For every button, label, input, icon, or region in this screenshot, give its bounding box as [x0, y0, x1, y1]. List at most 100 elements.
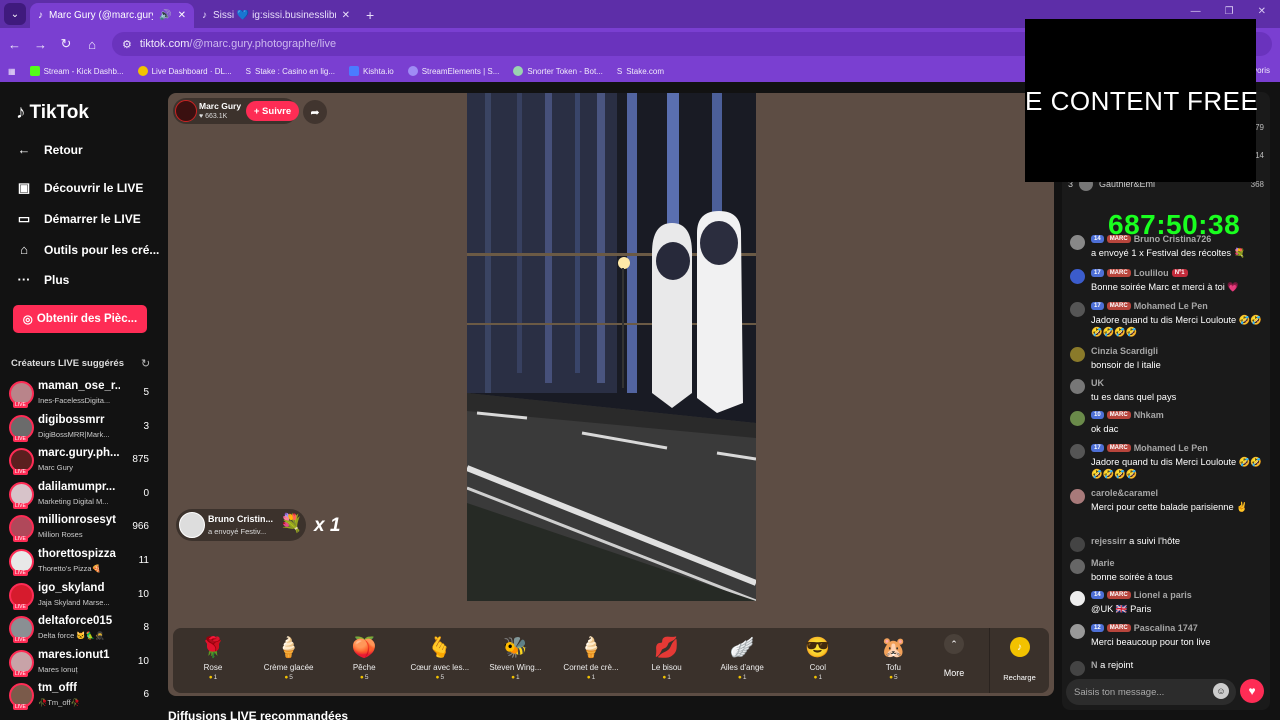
avatar[interactable]: [1070, 537, 1085, 552]
minimize-icon[interactable]: —: [1191, 6, 1201, 17]
creator-name[interactable]: marc.gury.ph...: [38, 447, 120, 459]
live-video[interactable]: [467, 93, 756, 601]
author-name[interactable]: Mohamed Le Pen: [1134, 443, 1208, 453]
avatar[interactable]: [1070, 269, 1085, 284]
author-name[interactable]: UK: [1091, 378, 1104, 388]
suggested-creator[interactable]: LIVE deltaforce015 Delta force 🐱🦜🥷 8: [9, 613, 155, 645]
forward-arrow-icon[interactable]: →: [34, 37, 47, 52]
creator-name[interactable]: digibossmrr: [38, 414, 120, 426]
bookmark-item[interactable]: StreamElements | S...: [407, 66, 499, 76]
gift-item[interactable]: 🫰 Cœur avec les... 5: [404, 628, 476, 688]
author-name[interactable]: Cinzia Scardigli: [1091, 346, 1158, 356]
back-link[interactable]: ← Retour: [16, 142, 83, 157]
refresh-icon[interactable]: ↻: [141, 357, 150, 370]
back-arrow-icon[interactable]: ←: [8, 37, 21, 52]
apps-grid-icon[interactable]: ▦: [8, 67, 16, 76]
avatar[interactable]: [1070, 235, 1085, 250]
author-name[interactable]: Loulilou: [1134, 268, 1169, 278]
avatar[interactable]: [1070, 411, 1085, 426]
nav-more[interactable]: ··· Plus: [16, 272, 70, 287]
more-gifts-button[interactable]: ⌃ More: [939, 634, 969, 678]
avatar[interactable]: [1070, 559, 1085, 574]
maximize-icon[interactable]: ❐: [1225, 6, 1234, 17]
audio-icon[interactable]: 🔊: [159, 10, 171, 21]
heart-icon[interactable]: ♥: [1240, 679, 1264, 703]
creator-name[interactable]: thorettospizza: [38, 548, 120, 560]
suggested-creator[interactable]: LIVE thorettospizza Thoretto's Pizza🍕 11: [9, 546, 155, 578]
close-tab-icon[interactable]: ✕: [178, 10, 186, 21]
suggested-creator[interactable]: LIVE digibossmrr DigiBossMRR|Mark... 3: [9, 412, 155, 444]
author-name[interactable]: Mohamed Le Pen: [1134, 301, 1208, 311]
new-tab-icon[interactable]: +: [366, 7, 374, 23]
bookmark-item[interactable]: Snorter Token - Bot...: [513, 66, 603, 76]
gift-item[interactable]: 🐹 Tofu 5: [857, 628, 929, 688]
gift-item[interactable]: 😎 Cool 1: [782, 628, 854, 688]
suggested-creator[interactable]: LIVE maman_ose_r... Ines-FacelessDigita...…: [9, 378, 155, 410]
bookmark-item[interactable]: Kishta.io: [349, 66, 394, 76]
close-window-icon[interactable]: ✕: [1258, 6, 1266, 17]
avatar[interactable]: [1070, 661, 1085, 676]
avatar[interactable]: [1070, 444, 1085, 459]
gift-item[interactable]: 🌹 Rose 1: [177, 628, 249, 688]
avatar[interactable]: [1070, 591, 1085, 606]
tab-search-button[interactable]: ⌄: [4, 3, 26, 25]
gift-name: Le bisou: [651, 663, 682, 672]
browser-tab-marc-gury[interactable]: ♪ Marc Gury (@marc.gury.ph 🔊 ✕: [30, 3, 194, 28]
gift-item[interactable]: 🍦 Crème glacée 5: [253, 628, 325, 688]
author-name[interactable]: Marie: [1091, 558, 1115, 568]
host-name[interactable]: Marc Gury: [199, 101, 241, 111]
creator-name[interactable]: dalilamumpr...: [38, 481, 120, 493]
avatar[interactable]: [1070, 489, 1085, 504]
suggested-creator[interactable]: LIVE igo_skyland Jaja Skyland Marse... 10: [9, 580, 155, 612]
gift-item[interactable]: 🐝 Steven Wing... 1: [479, 628, 551, 688]
suggested-creator[interactable]: LIVE millionrosesyt Million Roses 966: [9, 512, 155, 544]
bookmark-item[interactable]: Live Dashboard · DL...: [137, 66, 232, 76]
avatar[interactable]: [1070, 302, 1085, 317]
creator-name[interactable]: igo_skyland: [38, 582, 120, 594]
gift-item[interactable]: 🍑 Pêche 5: [328, 628, 400, 688]
live-player[interactable]: Marc Gury ♥ 663.1K + Suivre ➦ Bruno Cris…: [168, 93, 1054, 696]
author-name[interactable]: carole&caramel: [1091, 488, 1158, 498]
kishta-icon: [349, 66, 360, 76]
gift-item[interactable]: 🪽 Ailes d'ange 1: [706, 628, 778, 688]
follow-button[interactable]: + Suivre: [246, 101, 299, 121]
host-avatar[interactable]: [175, 100, 197, 122]
gift-item[interactable]: 🍦 Cornet de crè... 1: [555, 628, 627, 688]
avatar[interactable]: [1070, 379, 1085, 394]
author-name[interactable]: Lionel a paris: [1134, 590, 1192, 600]
suggested-creator[interactable]: LIVE marc.gury.ph... Marc Gury 875: [9, 445, 155, 477]
suggested-creator[interactable]: LIVE dalilamumpr... Marketing Digital M...…: [9, 479, 155, 511]
get-coins-button[interactable]: ◎ Obtenir des Pièc...: [13, 305, 147, 333]
recharge-button[interactable]: ♪ Recharge: [989, 628, 1049, 693]
close-tab-icon[interactable]: ✕: [342, 10, 350, 21]
author-name[interactable]: rejessirr: [1091, 536, 1127, 546]
bookmark-item[interactable]: S Stake : Casino en lig...: [246, 67, 335, 76]
creator-name[interactable]: maman_ose_r...: [38, 380, 120, 392]
nav-creator-tools[interactable]: ⌂ Outils pour les cré...: [16, 242, 159, 257]
suggested-creator[interactable]: LIVE tm_offf 🥀Tm_off🥀 6: [9, 680, 155, 712]
site-info-icon[interactable]: ⚙: [122, 38, 132, 51]
gift-item[interactable]: 💋 Le bisou 1: [631, 628, 703, 688]
creator-name[interactable]: mares.ionut1: [38, 649, 120, 661]
chat-input[interactable]: Saisis ton message...: [1066, 679, 1236, 705]
share-icon[interactable]: ➦: [303, 100, 327, 124]
author-name[interactable]: N: [1091, 660, 1098, 670]
author-name[interactable]: Nhkam: [1134, 410, 1164, 420]
author-name[interactable]: Pascalina 1747: [1134, 623, 1198, 633]
browser-tab-sissi[interactable]: ♪ Sissi 💙 ig:sissi.businesslibre (@ ✕: [194, 3, 358, 28]
tiktok-logo[interactable]: ♪ TikTok: [16, 102, 89, 124]
creator-name[interactable]: millionrosesyt: [38, 514, 120, 526]
suggested-creator[interactable]: LIVE mares.ionut1 Mares Ionuț 10: [9, 647, 155, 679]
reload-icon[interactable]: ↻: [60, 36, 72, 52]
avatar[interactable]: [1070, 624, 1085, 639]
nav-discover-live[interactable]: ▣ Découvrir le LIVE: [16, 180, 144, 196]
emoji-icon[interactable]: ☺: [1213, 683, 1229, 699]
bookmark-item[interactable]: S Stake.com: [617, 67, 664, 76]
avatar[interactable]: [1070, 347, 1085, 362]
bookmark-item[interactable]: Stream - Kick Dashb...: [29, 66, 124, 76]
host-info-pill[interactable]: Marc Gury ♥ 663.1K + Suivre: [173, 98, 299, 124]
creator-name[interactable]: deltaforce015: [38, 615, 120, 627]
nav-start-live[interactable]: ▭ Démarrer le LIVE: [16, 211, 141, 227]
creator-name[interactable]: tm_offf: [38, 682, 120, 694]
home-icon[interactable]: ⌂: [86, 37, 98, 52]
